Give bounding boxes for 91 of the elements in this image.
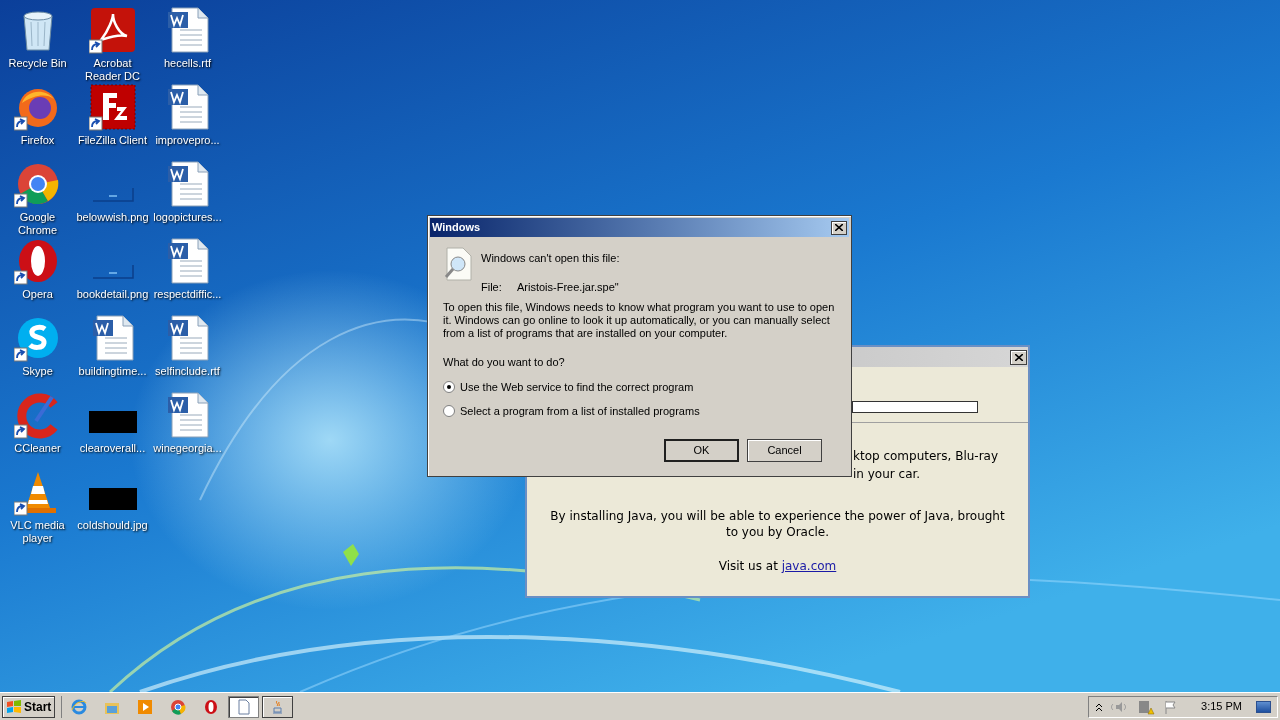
icon-label: buildingtime... — [77, 365, 148, 378]
dialog-button[interactable]: Cancel — [747, 438, 822, 462]
close-button[interactable] — [831, 220, 847, 235]
desktop-icon[interactable]: Skype — [0, 314, 75, 378]
desktop-icon[interactable]: coldshould.jpg — [75, 468, 150, 532]
taskbar-button[interactable] — [262, 695, 294, 718]
radio-button[interactable] — [443, 405, 455, 418]
body-text: By installing Java, you will be able to experience the power of Java, brought to you by Oracle. — [549, 508, 1006, 540]
desktop-icon[interactable]: clearoverall... — [75, 391, 150, 455]
windows-logo-icon — [6, 699, 22, 714]
chevron-icon[interactable] — [1095, 701, 1104, 712]
chrome-icon — [17, 164, 58, 205]
icon-label: belowwish.png — [75, 211, 150, 224]
icon-label: respectdiffic... — [152, 288, 223, 301]
file-name: Aristois-Free.jar.spe" — [517, 279, 619, 295]
body-text: ktop computers, Blu-ray — [853, 448, 999, 465]
desktop-icon[interactable]: improvepro... — [150, 83, 225, 147]
desktop-icon[interactable]: logopictures... — [150, 160, 225, 224]
image-thumbnail-icon — [88, 488, 137, 510]
clock[interactable]: 3:15 PM — [1201, 698, 1242, 715]
start-button[interactable]: Start — [2, 695, 56, 718]
word-document-icon — [92, 315, 133, 361]
desktop-icon[interactable]: belowwish.png — [75, 160, 150, 224]
word-document-icon — [167, 238, 208, 284]
icon-label: Firefox — [19, 134, 56, 147]
image-thumbnail-icon — [88, 411, 137, 433]
dialog-message: To open this file, Windows needs to know what program you want to use to open it. Windows can go online to look it up automatically, or you can manually select from a list of programs that are installed on your computer. — [443, 301, 836, 340]
radio-button[interactable] — [443, 380, 455, 393]
desktop-icon[interactable]: bookdetail.png — [75, 237, 150, 301]
icon-label: bookdetail.png — [75, 288, 150, 301]
icon-label: clearoverall... — [78, 442, 147, 455]
icon-label: Opera — [21, 288, 54, 301]
option-label: Select a program from a list of installed programs — [460, 404, 700, 419]
word-document-icon — [167, 161, 208, 207]
desktop-icon[interactable]: Firefox — [0, 83, 75, 147]
dialog-button[interactable]: OK — [664, 438, 739, 462]
firefox-icon — [18, 89, 57, 127]
desktop-icon[interactable]: selfinclude.rtf — [150, 314, 225, 378]
icon-label: Google Chrome — [16, 211, 59, 237]
skype-icon — [17, 318, 58, 358]
question-text: What do you want to do? — [443, 355, 566, 370]
desktop-icon[interactable]: CCleaner — [0, 391, 75, 455]
desktop-icon[interactable]: Acrobat Reader DC — [75, 6, 150, 83]
visit-text: Visit us at java.com — [718, 558, 837, 575]
icon-label: FileZilla Client — [76, 134, 149, 147]
image-thumbnail-icon — [91, 187, 134, 202]
icon-label: improvepro... — [154, 134, 221, 147]
icon-label: VLC media player — [9, 519, 66, 545]
recycle-bin-icon — [23, 11, 52, 51]
opera-icon — [18, 240, 57, 282]
desktop-icon[interactable]: respectdiffic... — [150, 237, 225, 301]
icon-label: logopictures... — [152, 211, 223, 224]
ccleaner-icon — [16, 393, 57, 439]
file-search-icon — [443, 247, 473, 281]
opera-icon[interactable] — [203, 698, 220, 715]
file-label: File: — [481, 279, 503, 295]
desktop-icon[interactable]: Recycle Bin — [0, 6, 75, 70]
icon-label: selfinclude.rtf — [154, 365, 221, 378]
leaf-drawing — [343, 544, 359, 566]
filezilla-icon — [90, 84, 135, 130]
desktop-icon[interactable]: VLC media player — [0, 468, 75, 545]
word-document-icon — [167, 7, 208, 53]
show-desktop-button[interactable] — [1256, 700, 1271, 713]
icon-label: coldshould.jpg — [76, 519, 149, 532]
option-label: Use the Web service to find the correct program — [460, 379, 694, 395]
word-document-icon — [167, 315, 208, 361]
icon-label: Acrobat Reader DC — [84, 57, 141, 83]
icon-label: winegeorgia... — [152, 442, 223, 455]
desktop-icon[interactable]: buildingtime... — [75, 314, 150, 378]
close-button[interactable] — [1010, 349, 1027, 365]
java-link[interactable]: java.com — [781, 559, 837, 573]
body-text: in your car. — [853, 466, 921, 483]
icon-label: CCleaner — [13, 442, 62, 455]
icon-label: Recycle Bin — [7, 57, 68, 70]
window-title: Windows — [432, 220, 481, 236]
taskbar-button[interactable] — [228, 695, 260, 718]
document-icon — [235, 698, 252, 715]
desktop-icon[interactable]: hecells.rtf — [150, 6, 225, 70]
image-thumbnail-icon — [91, 264, 134, 279]
desktop-icon[interactable]: winegeorgia... — [150, 391, 225, 455]
word-document-icon — [167, 84, 208, 130]
icon-label: Skype — [21, 365, 54, 378]
desktop-icon[interactable]: Opera — [0, 237, 75, 301]
chrome-icon[interactable] — [170, 698, 187, 715]
word-document-icon — [167, 392, 208, 438]
close-icon — [835, 224, 843, 231]
icon-label: hecells.rtf — [162, 57, 213, 70]
dialog-heading: Windows can't open this file: — [481, 251, 620, 266]
desktop-icon[interactable]: FileZilla Client — [75, 83, 150, 147]
close-icon — [1014, 353, 1023, 361]
desktop-icon[interactable]: Google Chrome — [0, 160, 75, 237]
